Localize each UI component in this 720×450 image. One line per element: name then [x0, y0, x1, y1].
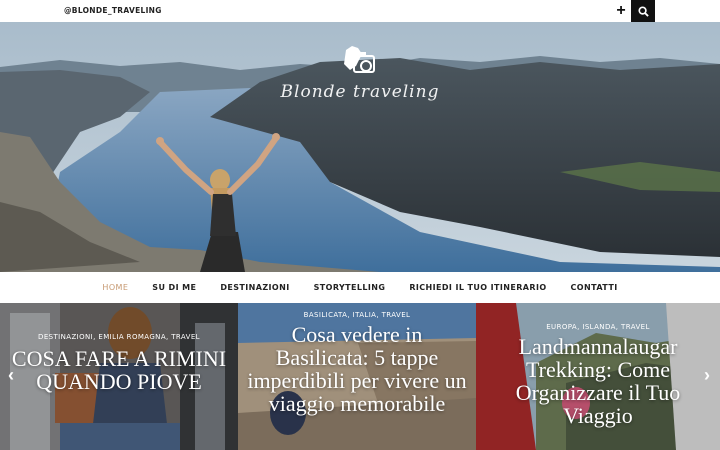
logo-text: Blonde traveling: [280, 82, 440, 102]
nav-item-storytelling[interactable]: STORYTELLING: [302, 283, 398, 292]
slide-title[interactable]: Landmannalaugar Trekking: Come Organizza…: [482, 335, 714, 427]
slide-basilicata[interactable]: BASILICATA, ITALIA, TRAVEL Cosa vedere i…: [238, 303, 476, 450]
slide-categories: EUROPA, ISLANDA, TRAVEL: [546, 323, 650, 331]
plus-icon[interactable]: +: [612, 1, 630, 21]
nav-item-su-di-me[interactable]: SU DI ME: [140, 283, 208, 292]
site-logo[interactable]: Blonde traveling: [280, 36, 440, 106]
nav-item-home[interactable]: HOME: [90, 283, 140, 292]
slider-next-icon[interactable]: ›: [700, 363, 714, 387]
camera-logo-icon: [344, 46, 375, 73]
slide-categories: BASILICATA, ITALIA, TRAVEL: [303, 311, 411, 319]
slider-prev-icon[interactable]: ‹: [4, 363, 18, 387]
slide-title[interactable]: Cosa vedere in Basilicata: 5 tappe imper…: [244, 323, 470, 415]
featured-posts-slider: DESTINAZIONI, EMILIA ROMAGNA, TRAVEL COS…: [0, 303, 720, 450]
search-button[interactable]: [631, 0, 655, 22]
nav-item-destinazioni[interactable]: DESTINAZIONI: [208, 283, 301, 292]
slide-landmannalaugar[interactable]: EUROPA, ISLANDA, TRAVEL Landmannalaugar …: [476, 303, 720, 450]
search-icon: [637, 5, 649, 17]
nav-item-richiedi-itinerario[interactable]: RICHIEDI IL TUO ITINERARIO: [397, 283, 558, 292]
hero-image: Blonde traveling: [0, 22, 720, 272]
instagram-handle-link[interactable]: @BLONDE_TRAVELING: [64, 6, 162, 15]
slide-categories: DESTINAZIONI, EMILIA ROMAGNA, TRAVEL: [38, 333, 200, 341]
nav-item-contatti[interactable]: CONTATTI: [559, 283, 630, 292]
top-bar: @BLONDE_TRAVELING +: [0, 0, 720, 22]
slide-rimini[interactable]: DESTINAZIONI, EMILIA ROMAGNA, TRAVEL COS…: [0, 303, 238, 450]
slide-title[interactable]: COSA FARE A RIMINI QUANDO PIOVE: [6, 347, 232, 393]
main-navigation: HOME SU DI ME DESTINAZIONI STORYTELLING …: [0, 272, 720, 303]
